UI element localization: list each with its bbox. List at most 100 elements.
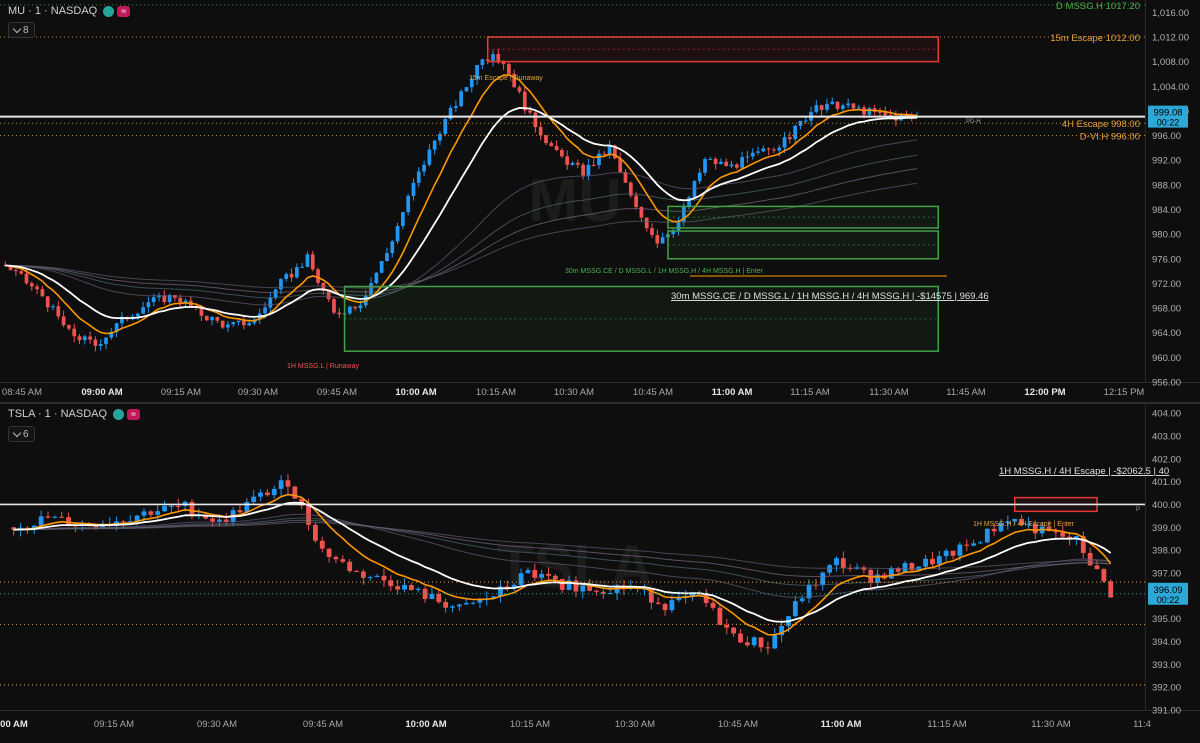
candle [35, 286, 39, 290]
candle [415, 588, 421, 590]
candle [88, 336, 92, 340]
candle [793, 125, 797, 140]
price-axis-tick: 976.00 [1152, 254, 1181, 265]
candle [923, 558, 928, 567]
candle [51, 306, 55, 308]
candle [602, 153, 607, 155]
candle [819, 105, 824, 110]
pane-separator[interactable] [0, 402, 1200, 404]
candle [66, 517, 71, 526]
candle [840, 558, 846, 568]
mu-indicators-toggle[interactable]: 8 [8, 22, 35, 38]
candle [644, 217, 649, 229]
price-axis-tick: 980.00 [1152, 230, 1181, 241]
price-axis-tick: 392.00 [1152, 683, 1181, 694]
candle [429, 593, 435, 599]
candle [538, 127, 543, 136]
candle [379, 260, 384, 273]
mu-symbol-header[interactable]: MU · 1 · NASDAQ ≈ [8, 5, 131, 17]
candle [14, 270, 18, 272]
candle [175, 505, 181, 507]
candle [717, 607, 723, 625]
tsla-symbol-title[interactable]: TSLA · 1 · NASDAQ [8, 408, 107, 420]
candle [210, 317, 214, 321]
time-axis-tick: 00 AM [0, 719, 28, 730]
candle [909, 563, 915, 571]
time-axis-tick: 10:45 AM [718, 719, 758, 730]
candle [284, 273, 289, 279]
candle [782, 137, 787, 148]
candle [532, 570, 538, 578]
candle [772, 149, 776, 151]
candle [204, 315, 209, 321]
data-feed-icon: ≈ [127, 408, 141, 420]
candle [326, 548, 332, 557]
candle [141, 511, 147, 516]
candle [367, 577, 373, 579]
time-axis-tick: 11:00 AM [712, 387, 753, 398]
time-axis-tick: 09:30 AM [197, 719, 237, 730]
trade-result-label: 30m MSSG.CE / D MSSG.L / 1H MSSG.H / 4H … [671, 291, 989, 302]
candle [507, 64, 511, 74]
candle [878, 111, 882, 113]
candle [217, 519, 222, 522]
candle [517, 87, 522, 92]
candle [310, 254, 315, 270]
time-axis-tick: 08:45 AM [2, 387, 42, 398]
time-axis-tick: 12:00 PM [1024, 387, 1065, 398]
time-axis-tick: 09:45 AM [317, 387, 357, 398]
time-axis-tick: 11:45 AM [946, 387, 986, 398]
tsla-symbol-header[interactable]: TSLA · 1 · NASDAQ ≈ [8, 408, 141, 420]
candle [533, 112, 538, 128]
candle [333, 556, 339, 560]
price-axis-tick: 1,012.00 [1152, 32, 1189, 43]
candle [273, 289, 278, 298]
candle [251, 496, 257, 503]
candle [38, 516, 44, 526]
candle [835, 101, 840, 109]
candle [411, 182, 416, 196]
price-axis-tick: 968.00 [1152, 304, 1181, 315]
candle [971, 543, 976, 546]
candle [470, 602, 476, 604]
candle [443, 602, 449, 608]
time-axis-tick: 09:15 AM [161, 387, 201, 398]
price-axis-tick: 404.00 [1152, 409, 1181, 420]
tsla-indicator-count: 6 [23, 428, 29, 440]
candle [991, 528, 997, 532]
time-axis-tick: 11:15 AM [790, 387, 830, 398]
chart-canvas[interactable]: MU1,016.001,012.001,008.001,004.001,000.… [0, 0, 1200, 738]
candle [772, 635, 778, 649]
candle [1094, 565, 1100, 570]
candle [692, 181, 697, 198]
candle [930, 558, 935, 565]
candle [565, 156, 570, 165]
price-axis-tick: 403.00 [1152, 431, 1181, 442]
candle [745, 156, 750, 158]
candle [777, 147, 782, 151]
mu-symbol-title[interactable]: MU · 1 · NASDAQ [8, 5, 97, 17]
chart-workspace[interactable]: MU1,016.001,012.001,008.001,004.001,000.… [0, 0, 1200, 738]
candle [268, 297, 273, 308]
candle [454, 106, 458, 108]
time-axis-tick: 10:30 AM [554, 387, 594, 398]
time-axis-tick: 10:15 AM [476, 387, 516, 398]
candle [827, 565, 833, 573]
candle [660, 237, 665, 244]
candle [326, 290, 331, 300]
candle [61, 316, 66, 326]
candle [337, 312, 342, 315]
chevron-down-icon [12, 24, 22, 33]
candle [883, 112, 888, 116]
candle [580, 585, 586, 592]
trade-result-label: 1H MSSG.H / 4H Escape | -$2062.5 | 40 [999, 466, 1169, 477]
level-label: D-VI.H 996.00 [1080, 132, 1140, 143]
candle [258, 492, 263, 497]
candle [146, 302, 151, 308]
tsla-indicators-toggle[interactable]: 6 [8, 426, 35, 442]
time-axis-tick: 11:00 AM [821, 719, 862, 730]
price-axis-tick: 398.00 [1152, 546, 1181, 557]
price-axis-tick: 400.00 [1152, 500, 1181, 511]
candle [271, 488, 277, 496]
candle [347, 561, 353, 572]
